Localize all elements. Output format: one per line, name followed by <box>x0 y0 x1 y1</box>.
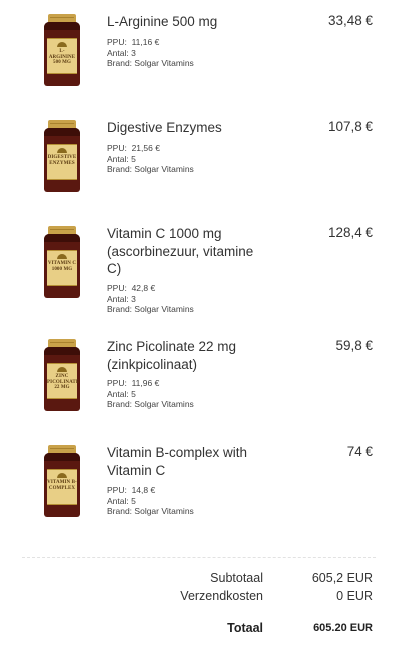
brand-value: Solgar Vitamins <box>134 304 194 314</box>
product-meta: PPU: 11,96 € Antal: 5 Brand: Solgar Vita… <box>107 378 194 409</box>
quantity-value: 5 <box>131 153 136 164</box>
brand-value: Solgar Vitamins <box>134 58 194 68</box>
product-title[interactable]: Vitamin B-complex with Vitamin C <box>107 444 267 479</box>
subtotal-label: Subtotaal <box>210 571 263 585</box>
ppu-value: 21,56 € <box>131 143 160 153</box>
total-value: 605.20 EUR <box>313 622 373 634</box>
product-title[interactable]: Vitamin C 1000 mg (ascorbinezuur, vitami… <box>107 225 257 278</box>
product-price: 107,8 € <box>327 119 373 134</box>
product-price: 128,4 € <box>327 225 373 240</box>
bottle-label: ZINC PICOLINATE 22 MG <box>47 363 80 399</box>
product-title[interactable]: L-Arginine 500 mg <box>107 13 297 31</box>
bottle: L-ARGININE 500 MG <box>44 22 80 86</box>
ppu-value: 14,8 € <box>131 485 156 495</box>
quantity-value: 3 <box>131 47 136 58</box>
quantity-value: 5 <box>131 495 136 506</box>
bottle-label: L-ARGININE 500 MG <box>47 38 77 74</box>
product-image[interactable]: VITAMIN C 1000 MG <box>38 226 86 300</box>
bottle: ZINC PICOLINATE 22 MG <box>44 347 80 411</box>
ppu-value: 11,96 € <box>131 378 160 388</box>
bottle-label-text: ZINC PICOLINATE 22 MG <box>47 374 80 390</box>
bottle-label: DIGESTIVE ENZYMES <box>47 144 77 180</box>
product-price: 74 € <box>346 444 373 459</box>
product-meta: PPU: 14,8 € Antal: 5 Brand: Solgar Vitam… <box>107 485 194 516</box>
quantity-value: 3 <box>131 293 136 304</box>
ppu-value: 42,8 € <box>131 283 156 293</box>
product-image[interactable]: DIGESTIVE ENZYMES <box>38 120 86 194</box>
ppu-value: 11,16 € <box>131 37 160 47</box>
product-title[interactable]: Zinc Picolinate 22 mg (zinkpicolinaat) <box>107 338 257 373</box>
product-image[interactable]: ZINC PICOLINATE 22 MG <box>38 339 86 413</box>
bottle: DIGESTIVE ENZYMES <box>44 128 80 192</box>
bottle-label: VITAMIN B-COMPLEX <box>47 469 77 505</box>
product-title[interactable]: Digestive Enzymes <box>107 119 297 137</box>
total-label: Totaal <box>227 621 263 635</box>
bottle: VITAMIN B-COMPLEX <box>44 453 80 517</box>
product-price: 59,8 € <box>335 338 373 353</box>
bottle: VITAMIN C 1000 MG <box>44 234 80 298</box>
product-image[interactable]: VITAMIN B-COMPLEX <box>38 445 86 519</box>
summary-divider <box>22 557 376 558</box>
product-price: 33,48 € <box>327 13 373 28</box>
bottle-label-text: L-ARGININE 500 MG <box>48 49 76 65</box>
product-meta: PPU: 42,8 € Antal: 3 Brand: Solgar Vitam… <box>107 283 194 314</box>
product-meta: PPU: 11,16 € Antal: 3 Brand: Solgar Vita… <box>107 37 194 68</box>
subtotal-value: 605,2 EUR <box>311 571 373 585</box>
brand-value: Solgar Vitamins <box>134 506 194 516</box>
product-meta: PPU: 21,56 € Antal: 5 Brand: Solgar Vita… <box>107 143 194 174</box>
product-image[interactable]: L-ARGININE 500 MG <box>38 14 86 88</box>
shipping-label: Verzendkosten <box>180 589 263 603</box>
bottle-label-text: VITAMIN B-COMPLEX <box>47 480 77 491</box>
bottle-label-text: VITAMIN C 1000 MG <box>47 261 77 272</box>
bottle-label: VITAMIN C 1000 MG <box>47 250 77 286</box>
quantity-value: 5 <box>131 388 136 399</box>
brand-value: Solgar Vitamins <box>134 399 194 409</box>
bottle-label-text: DIGESTIVE ENZYMES <box>47 155 77 166</box>
brand-value: Solgar Vitamins <box>134 164 194 174</box>
shipping-value: 0 EUR <box>336 589 373 603</box>
